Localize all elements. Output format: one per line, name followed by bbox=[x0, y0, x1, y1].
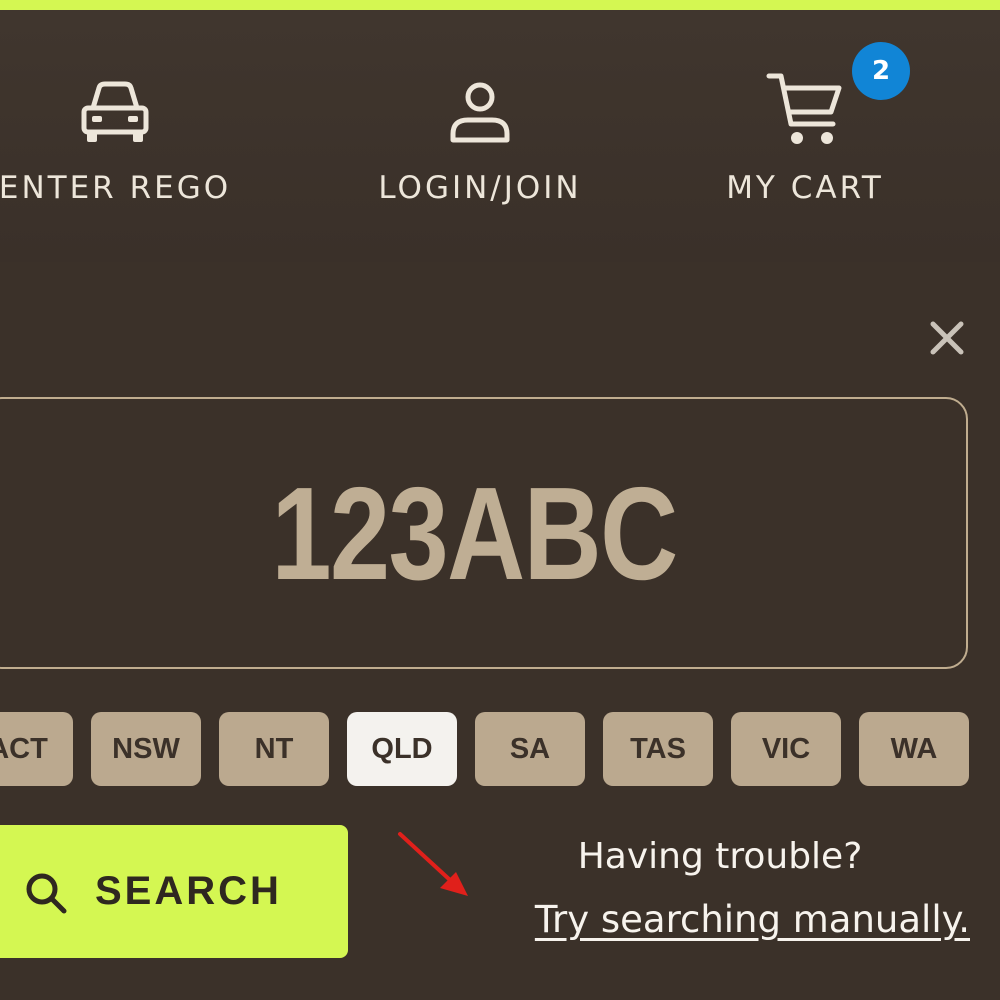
rego-plate-field bbox=[0, 397, 968, 669]
search-icon bbox=[26, 873, 67, 914]
nav-login-join[interactable]: LOGIN/JOIN bbox=[355, 70, 605, 230]
user-icon bbox=[450, 82, 510, 143]
search-button-label: SEARCH bbox=[95, 869, 282, 913]
close-icon bbox=[930, 321, 964, 355]
state-button-nt[interactable]: NT bbox=[219, 712, 329, 786]
nav-my-cart-label: MY CART bbox=[726, 170, 884, 206]
rego-search-page: ENTER REGO LOGIN/JOIN MY CART 2 123ABC C… bbox=[0, 0, 1000, 1000]
state-button-vic[interactable]: VIC bbox=[731, 712, 841, 786]
search-button[interactable]: SEARCH bbox=[0, 825, 348, 958]
state-selector: ACT NSW NT QLD SA TAS VIC WA bbox=[0, 712, 1000, 786]
nav-enter-rego-label: ENTER REGO bbox=[0, 170, 232, 206]
close-button[interactable] bbox=[924, 315, 970, 361]
help-prompt: Having trouble? bbox=[577, 836, 863, 877]
state-button-nsw[interactable]: NSW bbox=[91, 712, 201, 786]
state-button-wa[interactable]: WA bbox=[859, 712, 969, 786]
state-button-tas[interactable]: TAS bbox=[603, 712, 713, 786]
state-button-act[interactable]: ACT bbox=[0, 712, 73, 786]
cart-icon bbox=[766, 73, 842, 144]
rego-input[interactable] bbox=[70, 399, 878, 667]
annotation-arrow-icon bbox=[398, 832, 468, 896]
nav-login-join-label: LOGIN/JOIN bbox=[378, 170, 582, 206]
nav-enter-rego[interactable]: ENTER REGO bbox=[0, 70, 250, 230]
header-nav: ENTER REGO LOGIN/JOIN MY CART bbox=[0, 10, 1000, 262]
state-button-qld[interactable]: QLD bbox=[347, 712, 457, 786]
search-manually-link[interactable]: Try searching manually. bbox=[470, 898, 970, 941]
state-button-sa[interactable]: SA bbox=[475, 712, 585, 786]
cart-count-badge: 2 bbox=[852, 42, 910, 100]
car-icon bbox=[81, 81, 149, 142]
top-accent-bar bbox=[0, 0, 1000, 10]
